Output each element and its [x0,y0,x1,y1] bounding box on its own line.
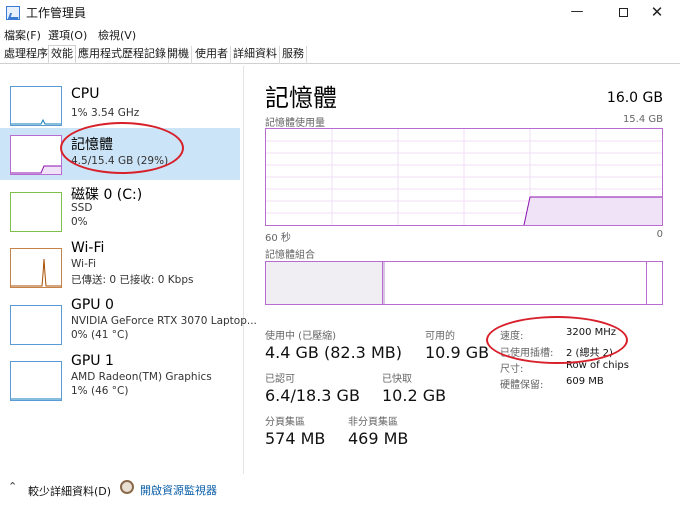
graph-time-right: 0 [656,229,663,240]
sidebar-item-detail: 0% [71,216,88,228]
footer-bar: ⌃ 較少詳細資料(D) 開啟資源監視器 [0,474,680,509]
annotation-circle-memory [60,122,184,174]
in-use-label: 使用中 (已壓縮) [265,331,336,342]
sidebar-item-detail: SSD [71,202,93,214]
tab-performance[interactable]: 效能 [48,45,76,63]
composition-label: 記憶體組合 [265,250,315,261]
graph-time-left: 60 秒 [265,233,291,244]
composition-in-use [266,262,383,304]
sidebar-item-detail: NVIDIA GeForce RTX 3070 Laptop... [71,315,257,327]
tab-processes[interactable]: 處理程序 [2,46,51,64]
tab-users[interactable]: 使用者 [193,46,231,64]
title-bar: 工作管理員 — ✕ [0,0,680,26]
page-title: 記憶體 [265,84,337,112]
paged-pool-label: 分頁集區 [265,417,305,428]
menu-options[interactable]: 選項(O) [48,27,87,43]
annotation-circle-speed [486,316,628,364]
memory-thumbnail-graph [10,135,62,175]
sidebar-item-disk[interactable]: 磁碟 0 (C:) SSD 0% [0,182,240,236]
sidebar-item-detail: AMD Radeon(TM) Graphics [71,371,212,383]
memory-detail-panel: 記憶體 16.0 GB 記憶體使用量 15.4 GB 60 秒 0 記憶體組合 … [245,66,680,474]
nonpaged-pool-label: 非分頁集區 [348,417,398,428]
sidebar-item-detail: 1% (46 °C) [71,385,129,397]
menu-file[interactable]: 檔案(F) [4,27,41,43]
fewer-details-link[interactable]: 較少詳細資料(D) [28,483,111,499]
sidebar-item-gpu0[interactable]: GPU 0 NVIDIA GeForce RTX 3070 Laptop... … [0,295,257,349]
available-label: 可用的 [425,331,455,342]
sidebar-item-detail: 1% 3.54 GHz [71,107,140,119]
pane-divider[interactable] [243,66,244,474]
cached-label: 已快取 [382,374,412,385]
tab-bar: 處理程序 效能 應用程式歷程記錄 開機 使用者 詳細資料 服務 [0,44,680,64]
tab-services[interactable]: 服務 [280,46,307,64]
committed-label: 已認可 [265,374,295,385]
hardware-reserved-value: 609 MB [566,376,604,387]
in-use-value: 4.4 GB (82.3 MB) [265,343,402,362]
sidebar-item-name: 磁碟 0 (C:) [71,187,143,203]
tab-startup[interactable]: 開機 [165,46,192,64]
disk-thumbnail-graph [10,192,62,232]
sidebar-item-detail: Wi-Fi [71,258,97,270]
tab-app-history[interactable]: 應用程式歷程記錄 [76,46,169,64]
memory-usage-graph [265,128,663,226]
minimize-icon[interactable]: — [554,0,600,26]
tab-details[interactable]: 詳細資料 [231,46,280,64]
gpu0-thumbnail-graph [10,305,62,345]
resource-monitor-icon [120,480,134,494]
sidebar-item-name: Wi-Fi [71,240,105,256]
window-title: 工作管理員 [26,6,87,20]
composition-standby-divider [646,262,647,304]
sidebar-item-name: GPU 0 [71,297,114,313]
menu-view[interactable]: 檢視(V) [98,27,136,43]
committed-value: 6.4/18.3 GB [265,386,360,405]
sidebar-item-wifi[interactable]: Wi-Fi Wi-Fi 已傳送: 0 已接收: 0 Kbps [0,238,240,292]
paged-pool-value: 574 MB [265,429,326,448]
form-factor-label: 尺寸: [500,364,524,375]
hardware-reserved-label: 硬體保留: [500,380,544,391]
cpu-thumbnail-graph [10,86,62,126]
task-manager-icon [6,6,20,20]
gpu1-thumbnail-graph [10,361,62,401]
menu-bar: 檔案(F) 選項(O) 檢視(V) [0,26,680,44]
sidebar-item-detail: 已傳送: 0 已接收: 0 Kbps [71,274,194,286]
sidebar-item-name: CPU [71,86,100,102]
cached-value: 10.2 GB [382,386,447,405]
memory-composition-bar [265,261,663,305]
wifi-thumbnail-graph [10,248,62,288]
open-resource-monitor-link[interactable]: 開啟資源監視器 [140,482,217,498]
close-icon[interactable]: ✕ [634,0,680,26]
available-value: 10.9 GB [425,343,490,362]
usage-graph-max: 15.4 GB [622,114,663,125]
chevron-up-icon[interactable]: ⌃ [8,480,17,493]
sidebar-item-gpu1[interactable]: GPU 1 AMD Radeon(TM) Graphics 1% (46 °C) [0,351,240,405]
sidebar-item-detail: 0% (41 °C) [71,329,129,341]
sidebar-item-name: GPU 1 [71,353,114,369]
nonpaged-pool-value: 469 MB [348,429,409,448]
memory-total: 16.0 GB [606,90,663,106]
composition-modified [383,262,385,304]
usage-graph-label: 記憶體使用量 [265,118,325,129]
